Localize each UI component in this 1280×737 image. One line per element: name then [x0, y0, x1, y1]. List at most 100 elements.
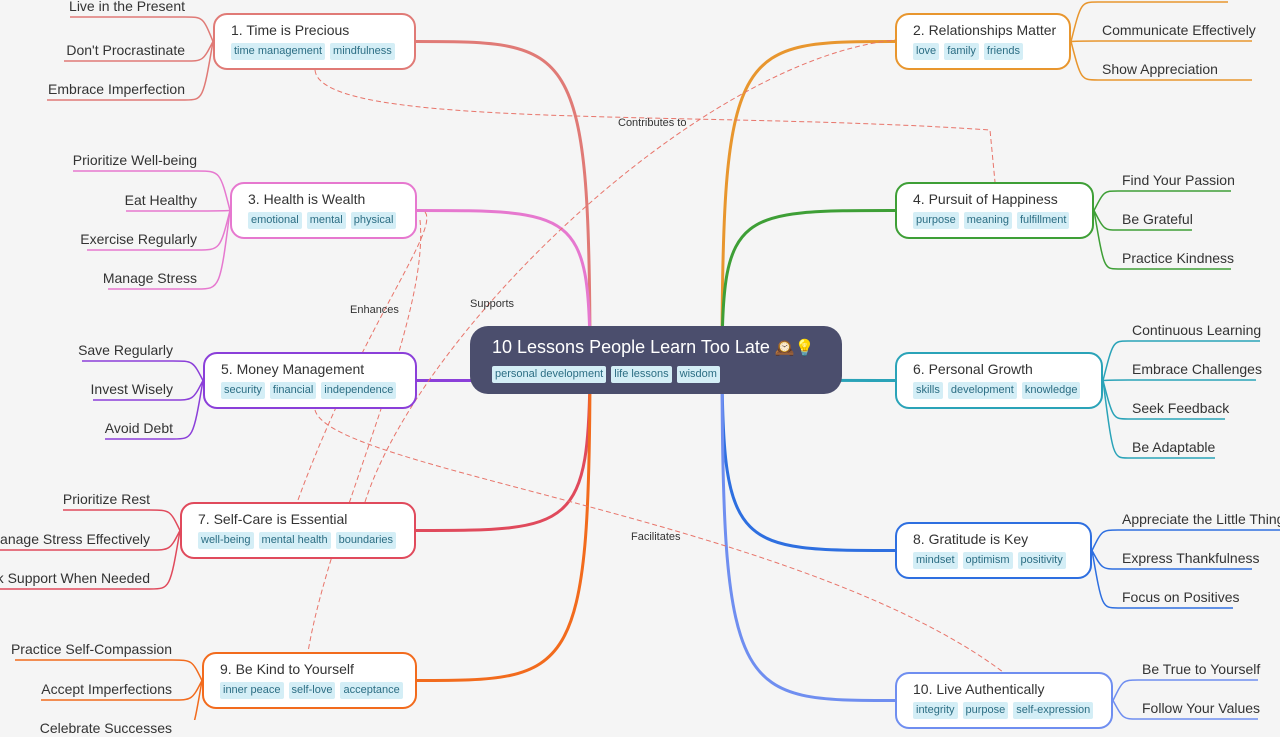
- subtopic-node[interactable]: Focus on Positives: [1122, 588, 1240, 606]
- relationship-label[interactable]: Enhances: [350, 304, 399, 316]
- subtopic-node[interactable]: Seek Support When Needed: [0, 569, 150, 587]
- tag[interactable]: emotional: [248, 212, 302, 229]
- leaf-connector: [70, 16, 214, 42]
- tag[interactable]: integrity: [913, 702, 958, 719]
- tag[interactable]: purpose: [913, 212, 959, 229]
- subtopic-node[interactable]: Manage Stress: [103, 269, 197, 287]
- subtopic-node[interactable]: Embrace Challenges: [1132, 360, 1262, 378]
- mind-map-canvas[interactable]: 10 Lessons People Learn Too Late 🕰️💡 per…: [0, 0, 1280, 736]
- subtopic-node[interactable]: Save Regularly: [78, 341, 173, 359]
- topic-title: 8. Gratitude is Key: [913, 531, 1029, 547]
- topic-node[interactable]: 7. Self-Care is Essential well-being menta…: [180, 502, 416, 559]
- subtopic-node[interactable]: Seek Feedback: [1132, 399, 1229, 417]
- tag[interactable]: financial: [269, 382, 317, 399]
- relationship-label[interactable]: Contributes to: [618, 117, 686, 129]
- tag[interactable]: friends: [983, 43, 1023, 60]
- tag[interactable]: skills: [913, 382, 943, 399]
- topic-node[interactable]: 2. Relationships Matter love family friends: [895, 13, 1071, 70]
- topic-node[interactable]: 8. Gratitude is Key mindset optimism positi…: [895, 522, 1092, 579]
- relationship-label[interactable]: Supports: [470, 298, 514, 310]
- subtopic-node[interactable]: Manage Stress Effectively: [0, 530, 150, 548]
- tag[interactable]: family: [944, 43, 979, 60]
- tag[interactable]: self-expression: [1013, 702, 1094, 719]
- topic-title: 4. Pursuit of Happiness: [913, 191, 1058, 207]
- topic-tags: inner peace self-love acceptance: [220, 682, 403, 699]
- subtopic-node[interactable]: Continuous Learning: [1132, 321, 1261, 339]
- subtopic-node[interactable]: Appreciate the Little Things: [1122, 510, 1280, 528]
- tag[interactable]: acceptance: [340, 682, 403, 699]
- relationship-label[interactable]: Facilitates: [631, 531, 681, 543]
- subtopic-node[interactable]: Communicate Effectively: [1102, 21, 1256, 39]
- subtopic-node[interactable]: Eat Healthy: [125, 191, 197, 209]
- topic-node[interactable]: 9. Be Kind to Yourself inner peace self-lo…: [202, 652, 417, 709]
- central-title-text: 10 Lessons People Learn Too Late: [492, 337, 770, 357]
- subtopic-node[interactable]: Live in the Present: [69, 0, 185, 15]
- branch-connector: [720, 359, 896, 702]
- subtopic-node[interactable]: Follow Your Values: [1142, 699, 1260, 717]
- subtopic-node[interactable]: Express Thankfulness: [1122, 549, 1259, 567]
- central-tags: personal development life lessons wisdom: [492, 366, 820, 383]
- leaf-connector: [126, 209, 231, 212]
- tag[interactable]: meaning: [963, 212, 1012, 229]
- tag[interactable]: mental health: [258, 532, 331, 549]
- subtopic-node[interactable]: Celebrate Successes: [40, 719, 172, 737]
- topic-node[interactable]: 4. Pursuit of Happiness purpose meaning ful…: [895, 182, 1094, 239]
- relationship-connector: [307, 219, 422, 653]
- topic-node[interactable]: 6. Personal Growth skills development knowl…: [895, 352, 1103, 409]
- leaf-connector: [1102, 379, 1256, 382]
- subtopic-node[interactable]: Be True to Yourself: [1142, 660, 1260, 678]
- tag[interactable]: purpose: [962, 702, 1009, 719]
- topic-title: 3. Health is Wealth: [248, 191, 366, 207]
- topic-title: 10. Live Authentically: [913, 681, 1045, 697]
- subtopic-node[interactable]: Practice Kindness: [1122, 249, 1234, 267]
- tag[interactable]: inner peace: [220, 682, 284, 699]
- tag[interactable]: time management: [231, 43, 326, 60]
- tag[interactable]: knowledge: [1021, 382, 1081, 399]
- tag[interactable]: life lessons: [611, 366, 672, 383]
- tag[interactable]: mindfulness: [330, 43, 395, 60]
- tag[interactable]: self-love: [288, 682, 336, 699]
- leaf-connector: [1070, 40, 1252, 43]
- topic-tags: integrity purpose self-expression: [913, 702, 1095, 719]
- subtopic-node[interactable]: Be Adaptable: [1132, 438, 1215, 456]
- subtopic-node[interactable]: Be Grateful: [1122, 210, 1193, 228]
- subtopic-node[interactable]: Prioritize Rest: [63, 490, 150, 508]
- tag[interactable]: well-being: [198, 532, 254, 549]
- tag[interactable]: optimism: [962, 552, 1013, 569]
- subtopic-node[interactable]: Accept Imperfections: [41, 680, 172, 698]
- subtopic-node[interactable]: Don't Procrastinate: [66, 41, 185, 59]
- subtopic-node[interactable]: Prioritize Well-being: [73, 151, 197, 169]
- topic-tags: well-being mental health boundaries: [198, 532, 398, 549]
- tag[interactable]: development: [947, 382, 1017, 399]
- tag[interactable]: independence: [321, 382, 397, 399]
- branch-connector: [415, 40, 592, 361]
- tag[interactable]: wisdom: [676, 366, 720, 383]
- subtopic-node[interactable]: Invest Wisely: [91, 380, 173, 398]
- topic-node[interactable]: 1. Time is Precious time management mindfu…: [213, 13, 416, 70]
- tag[interactable]: positivity: [1017, 552, 1066, 569]
- tag[interactable]: mental: [306, 212, 346, 229]
- topic-node[interactable]: 5. Money Management security financial inde…: [203, 352, 417, 409]
- tag[interactable]: boundaries: [335, 532, 397, 549]
- subtopic-node[interactable]: Find Your Passion: [1122, 171, 1235, 189]
- topic-tags: skills development knowledge: [913, 382, 1085, 399]
- tag[interactable]: mindset: [913, 552, 958, 569]
- tag[interactable]: security: [221, 382, 265, 399]
- subtopic-node[interactable]: Avoid Debt: [105, 419, 173, 437]
- topic-tags: purpose meaning fulfillment: [913, 212, 1076, 229]
- tag[interactable]: physical: [350, 212, 397, 229]
- tag[interactable]: love: [913, 43, 940, 60]
- topic-node[interactable]: 3. Health is Wealth emotional mental physic…: [230, 182, 417, 239]
- subtopic-node[interactable]: Embrace Imperfection: [48, 80, 185, 98]
- topic-tags: mindset optimism positivity: [913, 552, 1074, 569]
- subtopic-node[interactable]: Show Appreciation: [1102, 60, 1218, 78]
- subtopic-node[interactable]: Exercise Regularly: [80, 230, 197, 248]
- tag[interactable]: personal development: [492, 366, 607, 383]
- topic-node[interactable]: 10. Live Authentically integrity purpose se…: [895, 672, 1113, 729]
- central-topic-title: 10 Lessons People Learn Too Late 🕰️💡: [492, 336, 820, 360]
- tag[interactable]: fulfillment: [1016, 212, 1070, 229]
- central-topic[interactable]: 10 Lessons People Learn Too Late 🕰️💡 per…: [470, 326, 842, 394]
- subtopic-node[interactable]: Practice Self-Compassion: [11, 640, 172, 658]
- leaf-connector: [1112, 679, 1258, 701]
- topic-tags: security financial independence: [221, 382, 399, 399]
